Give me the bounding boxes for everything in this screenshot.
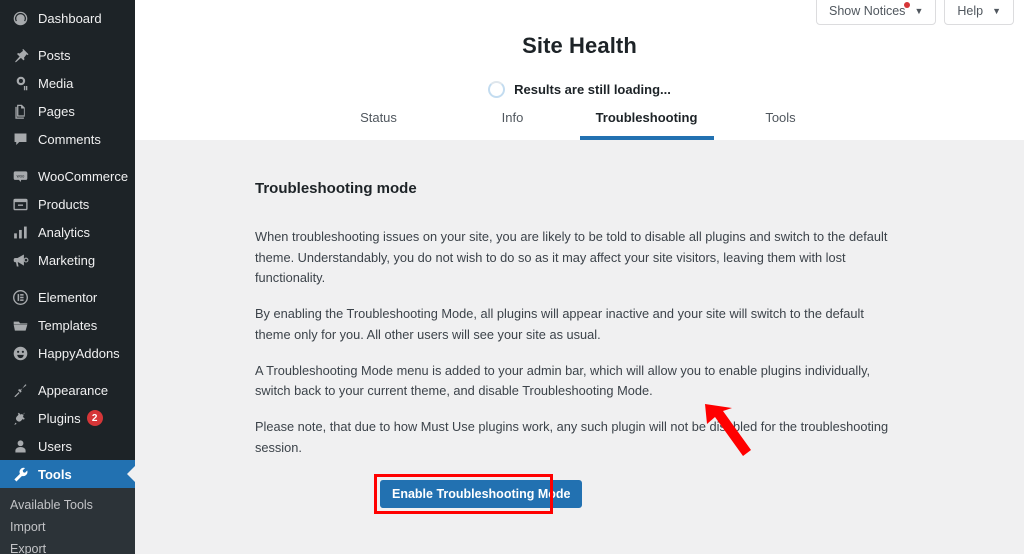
- products-icon: [10, 194, 30, 214]
- sidebar-item-posts[interactable]: Posts: [0, 41, 135, 69]
- body-paragraph-1: When troubleshooting issues on your site…: [255, 229, 888, 286]
- happyaddons-icon: [10, 343, 30, 363]
- sidebar-item-appearance[interactable]: Appearance: [0, 376, 135, 404]
- main-area: Show Notices ▼ Help ▼ Site Health Result…: [135, 0, 1024, 554]
- sidebar-item-happyaddons[interactable]: HappyAddons: [0, 339, 135, 367]
- appearance-icon: [10, 380, 30, 400]
- tab-info[interactable]: Info: [446, 100, 580, 140]
- sidebar-item-elementor[interactable]: Elementor: [0, 283, 135, 311]
- paragraph-list: When troubleshooting issues on your site…: [255, 227, 1024, 458]
- sidebar-item-dashboard[interactable]: Dashboard: [0, 4, 135, 32]
- sidebar-item-label: Plugins: [38, 410, 81, 426]
- woocommerce-icon: woo: [10, 166, 30, 186]
- media-icon: [10, 73, 30, 93]
- sidebar-separator: [0, 367, 135, 376]
- sidebar-item-label: HappyAddons: [38, 345, 120, 361]
- sidebar-item-label: Templates: [38, 317, 98, 333]
- sidebar-item-label: Analytics: [38, 224, 91, 240]
- pages-icon: [10, 101, 30, 121]
- loading-label: Results are still loading...: [514, 82, 671, 97]
- spinner-icon: [488, 81, 506, 98]
- sidebar-item-templates[interactable]: Templates: [0, 311, 135, 339]
- sidebar-item-analytics[interactable]: Analytics: [0, 218, 135, 246]
- show-notices-label: Show Notices: [829, 4, 906, 18]
- sidebar-item-plugins[interactable]: Plugins 2: [0, 404, 135, 432]
- sidebar-item-label: WooCommerce: [38, 168, 129, 184]
- sidebar-item-label: Elementor: [38, 289, 98, 305]
- help-label: Help: [957, 4, 984, 18]
- sidebar-item-label: Appearance: [38, 382, 109, 398]
- sidebar-item-products[interactable]: Products: [0, 190, 135, 218]
- sidebar-item-users[interactable]: Users: [0, 432, 135, 460]
- sidebar-item-tools[interactable]: Tools: [0, 460, 135, 488]
- loading-status: Results are still loading...: [135, 81, 1024, 98]
- users-icon: [10, 436, 30, 456]
- submenu-item-export[interactable]: Export: [0, 538, 135, 554]
- tab-tools[interactable]: Tools: [714, 100, 848, 140]
- analytics-icon: [10, 222, 30, 242]
- wordpress-admin-screen: Dashboard Posts Media Pages Comments woo WooCo…: [0, 0, 1024, 554]
- admin-sidebar: Dashboard Posts Media Pages Comments woo WooCo…: [0, 0, 135, 554]
- sidebar-separator: [0, 153, 135, 162]
- sidebar-item-comments[interactable]: Comments: [0, 125, 135, 153]
- chevron-down-icon: ▼: [992, 6, 1001, 16]
- sidebar-item-label: Marketing: [38, 252, 96, 268]
- templates-icon: [10, 315, 30, 335]
- sidebar-item-label: Comments: [38, 131, 101, 147]
- tab-status[interactable]: Status: [312, 100, 446, 140]
- sidebar-item-label: Media: [38, 75, 74, 91]
- submenu-item-available-tools[interactable]: Available Tools: [0, 494, 135, 516]
- chevron-down-icon: ▼: [914, 6, 924, 16]
- tab-troubleshooting[interactable]: Troubleshooting: [579, 100, 714, 140]
- pin-icon: [10, 45, 30, 65]
- plugins-icon: [10, 408, 30, 428]
- sidebar-item-label: Pages: [38, 103, 75, 119]
- submenu-item-import[interactable]: Import: [0, 516, 135, 538]
- site-health-tabs: Status Info Troubleshooting Tools: [135, 100, 1024, 140]
- sidebar-item-label: Dashboard: [38, 10, 102, 26]
- show-notices-button[interactable]: Show Notices ▼: [816, 0, 937, 25]
- tools-icon: [10, 464, 30, 484]
- notice-dot-badge: [904, 2, 911, 8]
- section-title: Troubleshooting mode: [255, 180, 417, 197]
- dashboard-icon: [10, 8, 30, 28]
- sidebar-item-marketing[interactable]: Marketing: [0, 246, 135, 274]
- tools-submenu: Available Tools Import Export: [0, 488, 135, 554]
- content-panel: Troubleshooting mode When troubleshootin…: [135, 140, 1024, 515]
- plugins-update-badge: 2: [86, 410, 103, 426]
- sidebar-item-label: Users: [38, 438, 72, 454]
- marketing-icon: [10, 250, 30, 270]
- help-button[interactable]: Help ▼: [944, 0, 1014, 25]
- sidebar-item-label: Tools: [38, 466, 72, 482]
- body-paragraph-3: A Troubleshooting Mode menu is added to …: [255, 362, 871, 399]
- enable-troubleshooting-mode-button[interactable]: Enable Troubleshooting Mode: [380, 480, 583, 509]
- current-menu-pointer: [127, 466, 135, 482]
- body-paragraph-2: By enabling the Troubleshooting Mode, al…: [255, 306, 864, 342]
- enable-button-wrapper: Enable Troubleshooting Mode: [374, 474, 583, 515]
- body-paragraph-4: Please note, that due to how Must Use pl…: [255, 419, 889, 455]
- page-header: Show Notices ▼ Help ▼ Site Health Result…: [135, 0, 1024, 140]
- header-buttons: Show Notices ▼ Help ▼: [816, 0, 1014, 25]
- elementor-icon: [10, 287, 30, 307]
- sidebar-separator: [0, 32, 135, 41]
- sidebar-item-woocommerce[interactable]: woo WooCommerce: [0, 162, 135, 190]
- sidebar-item-media[interactable]: Media: [0, 69, 135, 97]
- sidebar-separator: [0, 274, 135, 283]
- sidebar-item-label: Products: [38, 196, 90, 212]
- comment-icon: [10, 129, 30, 149]
- sidebar-item-label: Posts: [38, 47, 71, 63]
- svg-text:woo: woo: [16, 173, 24, 178]
- sidebar-item-pages[interactable]: Pages: [0, 97, 135, 125]
